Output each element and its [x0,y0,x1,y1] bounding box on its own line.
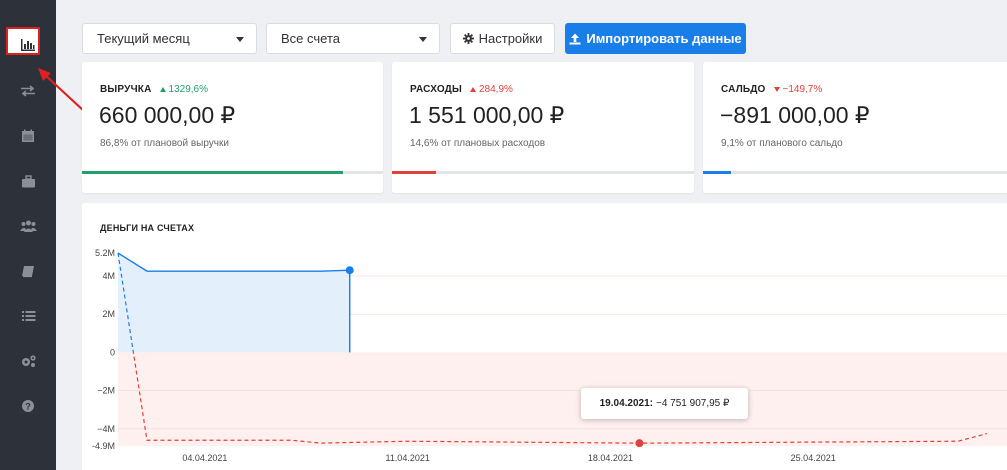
balance-card: САЛЬДО −149,7% −891 000,00 ₽ 9,1% от пла… [703,62,1007,193]
balance-delta: −149,7% [773,84,823,95]
revenue-progress-track [82,171,383,174]
period-dropdown[interactable]: Текущий месяц [82,23,257,54]
period-dropdown-value: Текущий месяц [97,31,190,46]
arrow-down-icon [773,87,780,92]
sidebar-item-settings[interactable] [0,340,56,382]
expenses-progress-fill [392,171,437,174]
y-tick-label: 5.2M [95,248,115,258]
gear-icon [462,33,474,44]
balance-label: САЛЬДО [721,84,766,95]
sidebar-item-projects[interactable] [0,160,56,202]
expenses-card: РАСХОДЫ 284,9% 1 551 000,00 ₽ 14,6% от п… [392,62,694,193]
revenue-progress-fill [82,171,344,174]
y-tick-label: −2M [97,386,115,396]
x-tick-label: 25.04.2021 [791,453,836,463]
sidebar-item-list[interactable] [0,295,56,337]
briefcase-icon [21,174,35,187]
chevron-down-icon [236,37,244,42]
gears-icon [21,355,36,367]
y-tick-label: −4M [97,424,115,434]
y-tick-label: 4M [102,271,115,281]
revenue-amount: 660 000,00 ₽ [99,102,236,128]
accounts-balance-chart-panel: ДЕНЬГИ НА СЧЕТАХ 5.2M 4M 2M 0 −2M −4M -4.9M 04.… [82,203,1007,470]
svg-text:?: ? [25,402,31,412]
expenses-progress-track [392,171,694,174]
revenue-card: ВЫРУЧКА 1329,6% 660 000,00 ₽ 86,8% от пл… [82,62,383,193]
balance-delta-value: −149,7% [782,84,823,95]
list-icon [21,311,35,321]
balance-progress-fill [703,171,731,174]
series-line-actual [117,252,350,272]
import-data-button[interactable]: Импортировать данные [565,23,746,54]
negative-area-background [118,352,1007,446]
x-tick-label: 11.04.2021 [385,453,429,463]
upload-icon [569,33,581,44]
expenses-delta-value: 284,9% [478,84,513,95]
bar-chart-icon [21,39,35,51]
sidebar-item-help[interactable]: ? [0,385,56,427]
chart-tooltip: 19.04.2021: −4 751 907,95 ₽ [581,388,748,419]
x-tick-label: 18.04.2021 [588,453,633,463]
import-data-button-label: Импортировать данные [586,31,742,46]
users-icon [19,220,37,232]
revenue-plan-text: 86,8% от плановой выручки [100,138,229,149]
balance-progress-track [703,171,1007,174]
chevron-down-icon [419,37,427,42]
book-icon [22,265,34,277]
help-icon: ? [22,400,34,412]
sidebar-item-contractors[interactable] [0,205,56,247]
expenses-plan-text: 14,6% от плановых расходов [410,138,546,149]
accounts-balance-chart[interactable]: 5.2M 4M 2M 0 −2M −4M -4.9M 04.04.2021 11.04.2021… [82,203,1007,470]
arrow-up-icon [159,87,166,92]
accounts-dropdown[interactable]: Все счета [266,23,440,54]
tooltip-date: 19.04.2021: [599,398,653,409]
arrow-up-icon [469,87,476,92]
series-end-point [345,266,354,275]
expenses-label: РАСХОДЫ [410,84,462,95]
y-tick-label: -4.9M [92,441,115,451]
accounts-dropdown-value: Все счета [281,31,340,46]
revenue-delta: 1329,6% [159,84,209,95]
settings-button-label: Настройки [478,31,543,46]
revenue-delta-value: 1329,6% [168,84,209,95]
balance-plan-text: 9,1% от планового сальдо [721,138,843,149]
expenses-amount: 1 551 000,00 ₽ [409,102,565,128]
balance-amount: −891 000,00 ₽ [720,102,870,128]
expenses-delta: 284,9% [469,84,513,95]
y-tick-label: 0 [110,347,115,357]
x-tick-label: 04.04.2021 [182,453,227,463]
highlighted-point [635,439,644,448]
settings-button[interactable]: Настройки [450,23,555,54]
sidebar-item-articles[interactable] [0,250,56,292]
sidebar-item-dashboard[interactable] [0,24,56,66]
y-tick-label: 2M [102,309,115,319]
revenue-label: ВЫРУЧКА [100,84,152,95]
positive-area-fill [118,253,350,353]
tooltip-value: −4 751 907,95 ₽ [656,398,730,409]
